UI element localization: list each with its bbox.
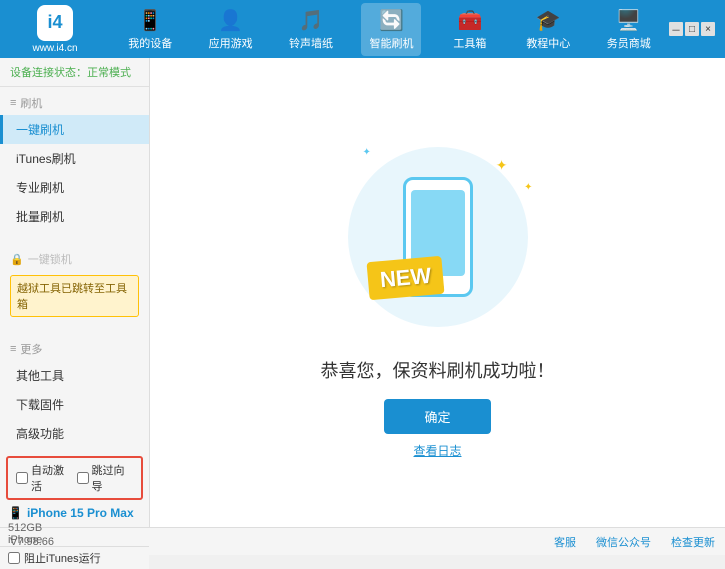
footer-link-wechat[interactable]: 微信公众号 [596, 534, 651, 550]
nav-device-icon: 📱 [138, 8, 163, 33]
success-title: 恭喜您，保资料刷机成功啦！ [321, 357, 555, 383]
minimize-button[interactable]: － [669, 22, 683, 36]
nav-apps-label: 应用游戏 [209, 35, 253, 51]
phone-circle: NEW [348, 147, 528, 327]
time-guide-checkbox[interactable]: 跳过向导 [77, 462, 134, 494]
status-label: 设备连接状态： [10, 67, 87, 79]
device-storage: 512GB [0, 522, 149, 534]
auto-activate-checkbox[interactable]: 自动激活 [16, 462, 73, 494]
itunes-checkbox[interactable] [8, 552, 20, 564]
flash-group-title: ≡ 刷机 [0, 91, 149, 115]
more-icon: ≡ [10, 343, 16, 355]
sidebar-item-advanced[interactable]: 高级功能 [0, 419, 149, 448]
sidebar-item-batch-flash[interactable]: 批量刷机 [0, 202, 149, 231]
header: i4 www.i4.cn 📱 我的设备 👤 应用游戏 🎵 铃声墙纸 🔄 智能刷机… [0, 0, 725, 58]
sidebar: 设备连接状态：正常模式 ≡ 刷机 一键刷机 iTunes刷机 专业刷机 批量刷机… [0, 58, 150, 527]
sidebar-item-one-click-flash[interactable]: 一键刷机 [0, 115, 149, 144]
sidebar-item-download-firmware[interactable]: 下载固件 [0, 390, 149, 419]
nav-tutorials[interactable]: 🎓 教程中心 [518, 3, 578, 56]
sidebar-item-itunes-flash[interactable]: iTunes刷机 [0, 144, 149, 173]
nav-apps[interactable]: 👤 应用游戏 [201, 3, 261, 56]
confirm-button[interactable]: 确定 [384, 399, 490, 434]
nav-ringtones-icon: 🎵 [299, 8, 324, 33]
nav-toolbox-label: 工具箱 [453, 35, 486, 51]
auto-options-row: 自动激活 跳过向导 [6, 456, 143, 500]
nav-ringtones[interactable]: 🎵 铃声墙纸 [281, 3, 341, 56]
nav-apps-icon: 👤 [218, 8, 243, 33]
logo-url: www.i4.cn [32, 43, 77, 54]
itunes-bar: 阻止iTunes运行 [0, 546, 149, 569]
itunes-label: 阻止iTunes运行 [24, 550, 101, 566]
nav-my-device[interactable]: 📱 我的设备 [120, 3, 180, 56]
logo-icon: i4 [37, 5, 73, 41]
device-status: 设备连接状态：正常模式 [0, 58, 149, 87]
time-guide-label: 跳过向导 [92, 462, 134, 494]
sidebar-item-other-tools[interactable]: 其他工具 [0, 361, 149, 390]
auto-activate-label: 自动激活 [31, 462, 73, 494]
nav-toolbox[interactable]: 🧰 工具箱 [442, 3, 498, 56]
nav-store-icon: 🖥️ [616, 8, 641, 33]
flash-title-label: 刷机 [20, 95, 42, 111]
more-group-title: ≡ 更多 [0, 337, 149, 361]
more-group: ≡ 更多 其他工具 下载固件 高级功能 [0, 333, 149, 452]
nav-store[interactable]: 🖥️ 务员商城 [599, 3, 659, 56]
logo: i4 www.i4.cn [10, 5, 100, 54]
star-icon-2: ✦ [524, 182, 532, 193]
version-text: V7.98.66 [10, 536, 54, 548]
time-guide-input[interactable] [77, 472, 89, 484]
new-badge-text: NEW [378, 262, 431, 292]
status-value: 正常模式 [87, 67, 131, 79]
more-title-label: 更多 [20, 341, 42, 357]
nav-smart-flash-icon: 🔄 [379, 8, 404, 33]
jailbreak-group: 🔒 一键锁机 越狱工具已跳转至工具箱 [0, 243, 149, 325]
flash-group: ≡ 刷机 一键刷机 iTunes刷机 专业刷机 批量刷机 [0, 87, 149, 235]
view-log-link[interactable]: 查看日志 [413, 442, 461, 459]
new-badge: NEW [366, 255, 444, 299]
nav-smart-flash[interactable]: 🔄 智能刷机 [361, 3, 421, 56]
nav-bar: 📱 我的设备 👤 应用游戏 🎵 铃声墙纸 🔄 智能刷机 🧰 工具箱 🎓 教程中心… [110, 3, 669, 56]
star-icon-1: ✦ [496, 157, 508, 174]
lock-icon: 🔒 [10, 253, 24, 266]
nav-ringtones-label: 铃声墙纸 [289, 35, 333, 51]
sidebar-item-pro-flash[interactable]: 专业刷机 [0, 173, 149, 202]
nav-smart-flash-label: 智能刷机 [369, 35, 413, 51]
content-area: NEW ✦ ✦ ✦ 恭喜您，保资料刷机成功啦！ 确定 查看日志 [150, 58, 725, 527]
nav-device-label: 我的设备 [128, 35, 172, 51]
footer-link-update[interactable]: 检查更新 [671, 534, 715, 550]
flash-icon: ≡ [10, 97, 16, 109]
window-controls: － □ × [669, 22, 715, 36]
nav-tutorials-icon: 🎓 [536, 8, 561, 33]
device-name: 📱 iPhone 15 Pro Max [8, 506, 141, 520]
close-button[interactable]: × [701, 22, 715, 36]
header-controls: － □ × [669, 22, 715, 36]
jailbreak-group-title: 🔒 一键锁机 [0, 247, 149, 271]
star-icon-3: ✦ [363, 147, 371, 158]
jailbreak-warning: 越狱工具已跳转至工具箱 [10, 275, 139, 317]
footer-link-service[interactable]: 客服 [554, 534, 576, 550]
jailbreak-title-label: 一键锁机 [28, 251, 72, 267]
nav-tutorials-label: 教程中心 [526, 35, 570, 51]
nav-toolbox-icon: 🧰 [457, 8, 482, 33]
success-illustration: NEW ✦ ✦ ✦ [328, 127, 548, 347]
auto-activate-input[interactable] [16, 472, 28, 484]
main-container: 设备连接状态：正常模式 ≡ 刷机 一键刷机 iTunes刷机 专业刷机 批量刷机… [0, 58, 725, 527]
restore-button[interactable]: □ [685, 22, 699, 36]
phone-icon: 📱 [8, 506, 23, 520]
device-name-text: iPhone 15 Pro Max [27, 506, 134, 520]
nav-store-label: 务员商城 [607, 35, 651, 51]
